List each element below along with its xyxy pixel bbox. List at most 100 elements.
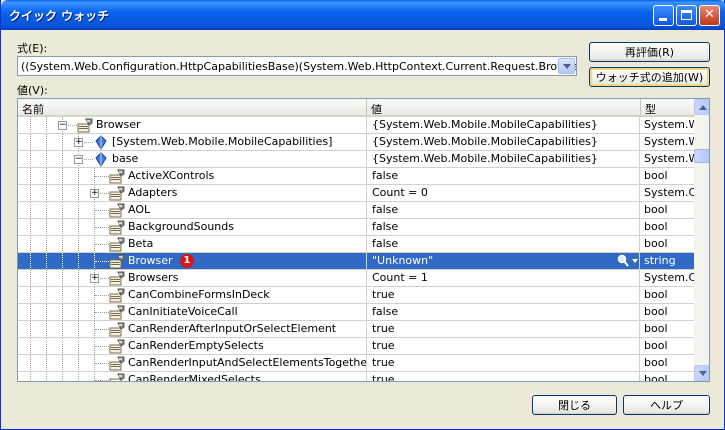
row-value: false (372, 220, 399, 233)
tree-guide-line (62, 270, 63, 286)
table-row[interactable]: Beta false bool (18, 236, 694, 253)
row-value: false (372, 169, 399, 182)
tree-guide-line (78, 372, 79, 381)
table-row[interactable]: CanRenderAfterInputOrSelectElement true bo… (18, 321, 694, 338)
scroll-thumb[interactable] (694, 149, 709, 163)
row-name: [System.Web.Mobile.MobileCapabilities] (112, 135, 333, 148)
row-value-cell: true (368, 321, 640, 337)
tree-guide-line (62, 321, 63, 337)
row-name-cell: ActiveXControls (18, 168, 367, 184)
row-value: false (372, 305, 399, 318)
tree-guide-line (30, 117, 31, 133)
maximize-button[interactable] (676, 5, 697, 26)
row-value: true (372, 288, 395, 301)
expand-icon[interactable]: + (74, 138, 83, 147)
row-name-cell: AOL (18, 202, 367, 218)
tree-guide-line (46, 304, 47, 320)
table-row[interactable]: CanRenderInputAndSelectElementsTogether t… (18, 355, 694, 372)
row-type: bool (644, 373, 668, 382)
row-name: BackgroundSounds (128, 220, 234, 233)
collapse-icon[interactable]: − (58, 121, 67, 130)
tree-guide-line (62, 202, 63, 218)
tree-guide-line (30, 270, 31, 286)
tree-guide-line (46, 270, 47, 286)
row-type: bool (644, 220, 668, 233)
tree-guide-line (30, 236, 31, 252)
scroll-down-button[interactable] (694, 365, 709, 381)
tree-guide-line (46, 355, 47, 371)
table-row[interactable]: Browser 1 "Unknown" string (18, 253, 694, 270)
tree-guide-line (62, 236, 63, 252)
row-name-cell: CanRenderAfterInputOrSelectElement (18, 321, 367, 337)
row-value-cell: "Unknown" (368, 253, 640, 269)
tree-guide-line (78, 219, 79, 235)
property-icon (109, 186, 125, 201)
row-name: CanInitiateVoiceCall (128, 305, 238, 318)
row-name-cell: Browser 1 (18, 253, 367, 269)
expand-icon[interactable]: + (90, 274, 99, 283)
row-name: Adapters (128, 186, 178, 199)
row-name: CanRenderInputAndSelectElementsTogether (128, 356, 367, 369)
column-header-value[interactable]: 値 (367, 99, 641, 116)
tree-guide-line (46, 321, 47, 337)
row-type: bool (644, 203, 668, 216)
vertical-scrollbar[interactable] (694, 99, 709, 381)
table-row[interactable]: AOL false bool (18, 202, 694, 219)
table-row[interactable]: CanInitiateVoiceCall false bool (18, 304, 694, 321)
table-row[interactable]: BackgroundSounds false bool (18, 219, 694, 236)
row-value-cell: true (368, 338, 640, 354)
row-name-cell: − base (18, 151, 367, 167)
property-icon (77, 118, 93, 133)
tree-guide-line (78, 202, 79, 218)
table-row[interactable]: − Browser {System.Web.Mobile.MobileCapabil… (18, 117, 694, 134)
table-row[interactable]: + Adapters Count = 0 System.Collections (18, 185, 694, 202)
tree-guide-line (78, 253, 79, 269)
property-icon (109, 373, 125, 381)
title-bar[interactable]: クイック ウォッチ ✕ (1, 0, 725, 30)
row-name-cell: + [System.Web.Mobile.MobileCapabilities] (18, 134, 367, 150)
table-row[interactable]: − base {System.Web.Mobile.MobileCapabiliti… (18, 151, 694, 168)
table-row[interactable]: ActiveXControls false bool (18, 168, 694, 185)
tree-guide-line (62, 185, 63, 201)
scroll-up-button[interactable] (694, 99, 709, 115)
window-title: クイック ウォッチ (9, 9, 110, 23)
table-row[interactable]: + [System.Web.Mobile.MobileCapabilities] {… (18, 134, 694, 151)
column-header-name[interactable]: 名前 (18, 99, 367, 116)
expand-icon[interactable]: + (90, 189, 99, 198)
close-button[interactable]: 閉じる (532, 395, 617, 415)
row-name-cell: CanInitiateVoiceCall (18, 304, 367, 320)
row-value-cell: false (368, 219, 640, 235)
tree-guide-line (46, 338, 47, 354)
expression-dropdown-button[interactable] (558, 58, 575, 74)
chevron-down-icon[interactable] (632, 259, 638, 263)
table-row[interactable]: CanRenderEmptySelects true bool (18, 338, 694, 355)
tree-branch-line (95, 329, 109, 330)
property-icon (109, 305, 125, 320)
visualizer-magnifier-icon[interactable] (617, 254, 629, 268)
row-name: base (112, 152, 139, 165)
row-name: CanRenderMixedSelects (128, 373, 261, 382)
row-name-cell: CanRenderEmptySelects (18, 338, 367, 354)
tree-guide-line (78, 355, 79, 371)
table-row[interactable]: CanRenderMixedSelects true bool (18, 372, 694, 382)
expression-input[interactable]: ((System.Web.Configuration.HttpCapabilit… (17, 56, 577, 76)
minimize-button[interactable] (653, 5, 674, 26)
quickwatch-window: クイック ウォッチ ✕ 式(E): ((System.Web.Configura… (0, 0, 725, 430)
row-value-cell: false (368, 168, 640, 184)
tree-guide-line (46, 253, 47, 269)
row-name-cell: − Browser (18, 117, 367, 133)
collapse-icon[interactable]: − (74, 155, 83, 164)
row-value: {System.Web.Mobile.MobileCapabilities} (372, 152, 598, 165)
tree-guide-line (46, 287, 47, 303)
tree-guide-line (78, 270, 79, 286)
tree-guide-line (30, 134, 31, 150)
column-header-type[interactable]: 型 (641, 99, 694, 116)
class-icon (93, 135, 109, 150)
close-window-button[interactable]: ✕ (699, 5, 720, 26)
add-watch-button[interactable]: ウォッチ式の追加(W) (589, 67, 710, 87)
reevaluate-button[interactable]: 再評価(R) (589, 42, 710, 62)
row-value: false (372, 237, 399, 250)
help-button[interactable]: ヘルプ (623, 395, 710, 415)
table-row[interactable]: + Browsers Count = 1 System.Collections (18, 270, 694, 287)
table-row[interactable]: CanCombineFormsInDeck true bool (18, 287, 694, 304)
